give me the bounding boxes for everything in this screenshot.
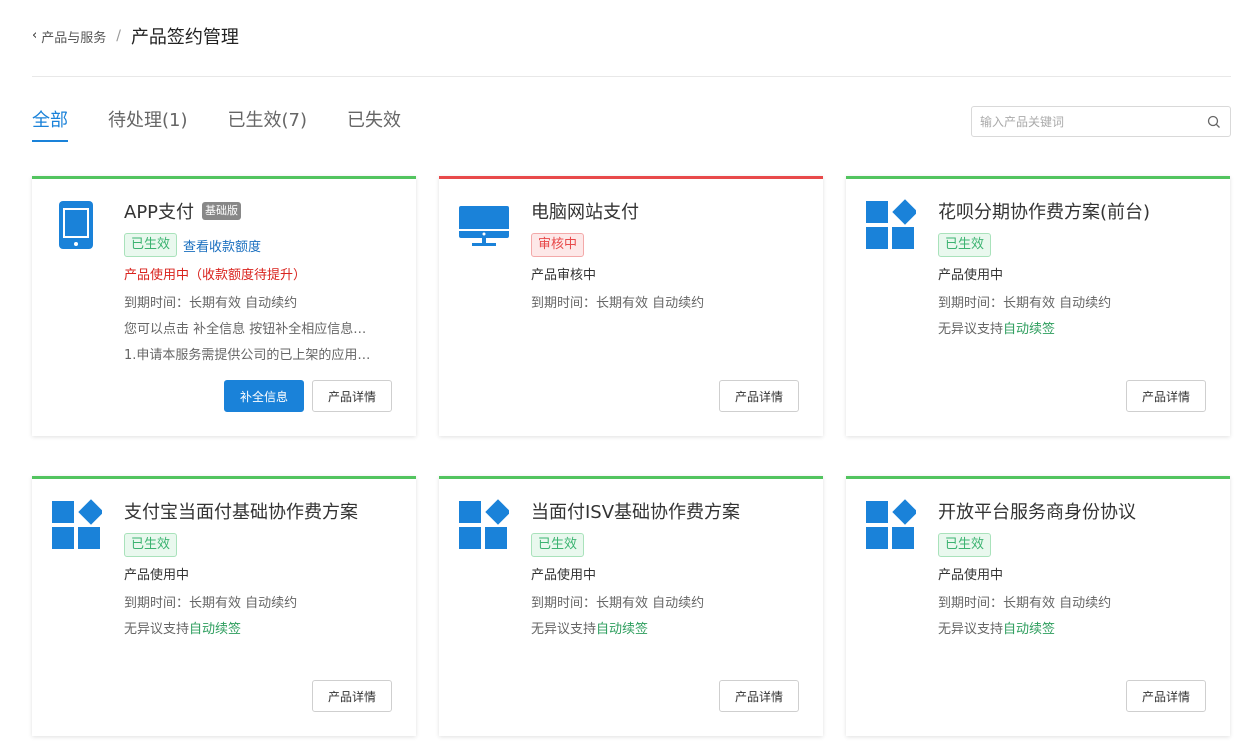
status-badge: 已生效 [938,233,992,257]
expire-info: 到期时间：长期有效 自动续约 [938,296,1112,311]
mobile-phone-icon [52,199,102,251]
expire-info: 到期时间：长期有效 自动续约 [124,296,298,311]
product-title: 开放平台服务商身份协议 [938,502,1136,523]
complete-info-button[interactable]: 补全信息 [224,380,304,412]
back-link[interactable]: ‹ 产品与服务 [32,27,106,46]
usage-status: 产品使用中 [938,568,1004,583]
filter-tabs: 全部 待处理(1) 已生效(7) 已失效 [32,106,441,142]
product-detail-button[interactable]: 产品详情 [719,380,799,412]
product-detail-button[interactable]: 产品详情 [312,380,392,412]
usage-status: 产品使用中（收款额度待提升） [124,268,307,283]
note-text: 1.申请本服务需提供公司的已上架的应用… [124,348,371,363]
app-grid-icon [52,499,104,551]
page-title: 产品签约管理 [130,27,239,48]
status-badge: 已生效 [531,533,585,557]
auto-renew-link[interactable]: 自动续签 [189,622,241,637]
product-title: APP支付 [124,202,195,223]
search-input[interactable] [980,114,1206,129]
usage-status: 产品审核中 [531,268,597,283]
status-badge: 已生效 [938,533,992,557]
product-detail-button[interactable]: 产品详情 [1126,680,1206,712]
usage-status: 产品使用中 [938,268,1004,283]
expire-info: 到期时间：长期有效 自动续约 [531,596,705,611]
product-title: 当面付ISV基础协作费方案 [531,502,741,523]
renew-prefix: 无异议支持 [938,322,1004,337]
product-detail-button[interactable]: 产品详情 [719,680,799,712]
auto-renew-link[interactable]: 自动续签 [596,622,648,637]
product-title: 花呗分期协作费方案(前台) [938,202,1151,223]
auto-renew-link[interactable]: 自动续签 [1003,622,1055,637]
product-detail-button[interactable]: 产品详情 [1126,380,1206,412]
desktop-monitor-icon [459,199,509,251]
app-grid-icon [459,499,511,551]
usage-status: 产品使用中 [531,568,597,583]
app-grid-icon [866,199,918,251]
renew-info: 无异议支持自动续签 [531,621,807,639]
tab-expired[interactable]: 已失效 [347,106,401,142]
tab-pending[interactable]: 待处理(1) [108,106,188,142]
usage-status: 产品使用中 [124,568,190,583]
back-link-label: 产品与服务 [41,30,107,46]
expire-info: 到期时间：长期有效 自动续约 [531,296,705,311]
product-card: 支付宝当面付基础协作费方案 已生效 产品使用中 到期时间：长期有效 自动续约 无… [32,476,416,736]
renew-prefix: 无异议支持 [124,622,190,637]
renew-info: 无异议支持自动续签 [938,621,1214,639]
view-quota-link[interactable]: 查看收款额度 [183,236,261,255]
product-card: 花呗分期协作费方案(前台) 已生效 产品使用中 到期时间：长期有效 自动续约 无… [846,176,1230,436]
product-title: 支付宝当面付基础协作费方案 [124,502,358,523]
auto-renew-link[interactable]: 自动续签 [1003,322,1055,337]
search-box [971,106,1231,137]
product-detail-button[interactable]: 产品详情 [312,680,392,712]
expire-info: 到期时间：长期有效 自动续约 [124,596,298,611]
product-card: 电脑网站支付 审核中 产品审核中 到期时间：长期有效 自动续约 产品详情 [439,176,823,436]
tab-active[interactable]: 已生效(7) [228,106,308,142]
renew-info: 无异议支持自动续签 [938,321,1214,339]
status-badge: 审核中 [531,233,585,257]
app-grid-icon [866,499,918,551]
version-badge: 基础版 [202,202,242,220]
search-icon[interactable] [1206,114,1222,130]
chevron-left-icon: ‹ [32,27,38,43]
product-card: 当面付ISV基础协作费方案 已生效 产品使用中 到期时间：长期有效 自动续约 无… [439,476,823,736]
breadcrumb-separator: / [116,28,121,44]
expire-info: 到期时间：长期有效 自动续约 [938,596,1112,611]
renew-prefix: 无异议支持 [531,622,597,637]
note-text: 您可以点击 补全信息 按钮补全相应信息… [124,322,367,337]
status-badge: 已生效 [124,533,178,557]
product-card: APP支付 基础版 已生效 查看收款额度 产品使用中（收款额度待提升） 到期时间… [32,176,416,436]
renew-prefix: 无异议支持 [938,622,1004,637]
breadcrumb: ‹ 产品与服务 / 产品签约管理 [32,22,239,50]
status-badge: 已生效 [124,233,178,257]
tab-all[interactable]: 全部 [32,106,68,142]
renew-info: 无异议支持自动续签 [124,621,400,639]
header-divider [32,76,1231,77]
product-title: 电脑网站支付 [531,202,639,223]
product-card: 开放平台服务商身份协议 已生效 产品使用中 到期时间：长期有效 自动续约 无异议… [846,476,1230,736]
